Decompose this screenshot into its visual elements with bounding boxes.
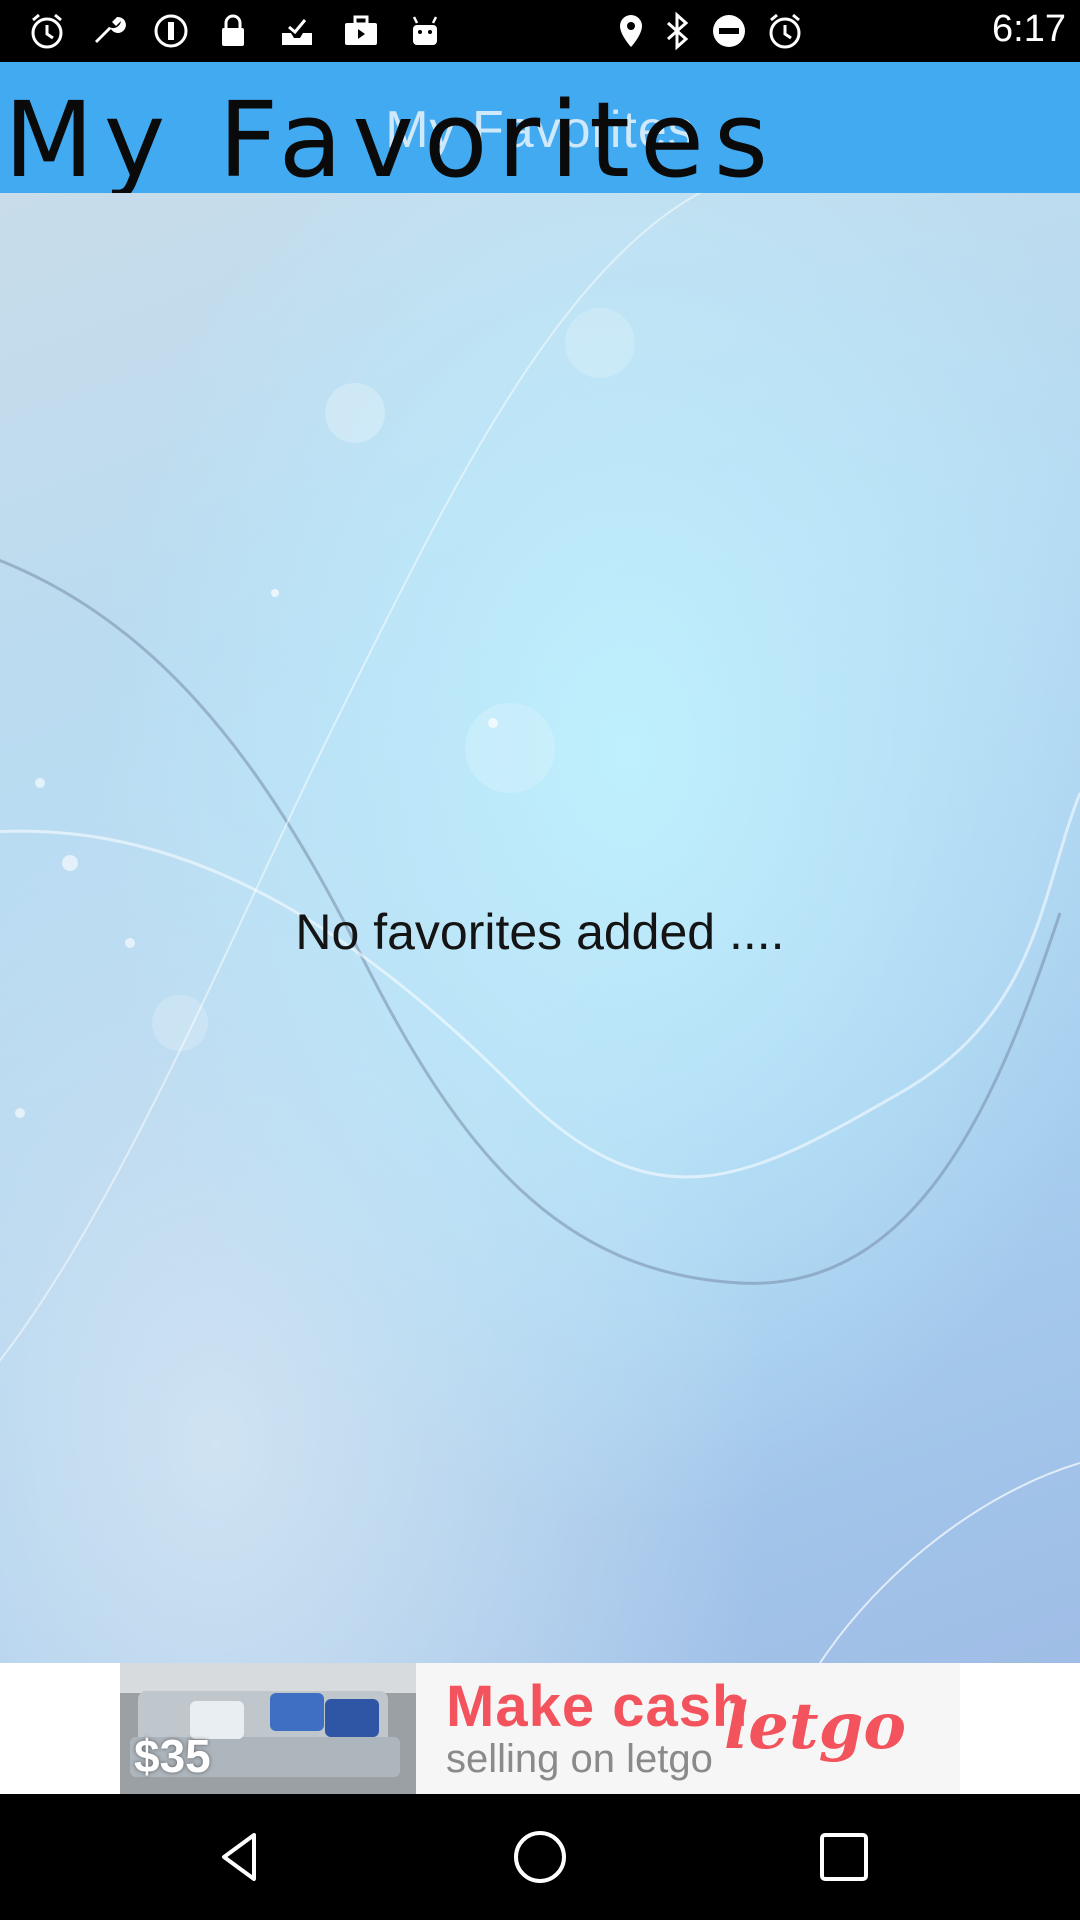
ad-text-block: Make cash selling on letgo letgo: [416, 1663, 960, 1794]
ad-banner[interactable]: $35 Make cash selling on letgo letgo: [120, 1663, 960, 1794]
android-icon: [404, 10, 446, 52]
inbox-icon: [276, 10, 318, 52]
overlay-title: My Favorites: [4, 79, 779, 201]
home-icon[interactable]: [510, 1827, 570, 1887]
do-not-disturb-icon: [708, 10, 750, 52]
location-icon: [610, 10, 652, 52]
ad-container: $35 Make cash selling on letgo letgo: [0, 1663, 1080, 1794]
ad-sofa-image: $35: [120, 1663, 416, 1794]
wrench-icon: [88, 10, 130, 52]
favorites-content: No favorites added ....: [0, 193, 1080, 1663]
recents-icon[interactable]: [814, 1827, 874, 1887]
back-icon[interactable]: [210, 1827, 270, 1887]
ad-brand-logo: letgo: [723, 1689, 906, 1764]
empty-state-message: No favorites added ....: [295, 904, 785, 960]
bluetooth-icon: [656, 10, 698, 52]
ad-subline: selling on letgo: [446, 1737, 713, 1781]
status-time: 6:17: [992, 8, 1066, 50]
briefcase-icon: [340, 10, 382, 52]
alarm-icon: [26, 10, 68, 52]
ad-price: $35: [134, 1730, 211, 1782]
alarm-icon: [764, 10, 806, 52]
lock-icon: [212, 10, 254, 52]
info-circle-icon: [150, 10, 192, 52]
status-bar: 6:17: [0, 0, 1080, 62]
navigation-bar: [0, 1794, 1080, 1920]
ad-headline: Make cash: [446, 1674, 749, 1739]
